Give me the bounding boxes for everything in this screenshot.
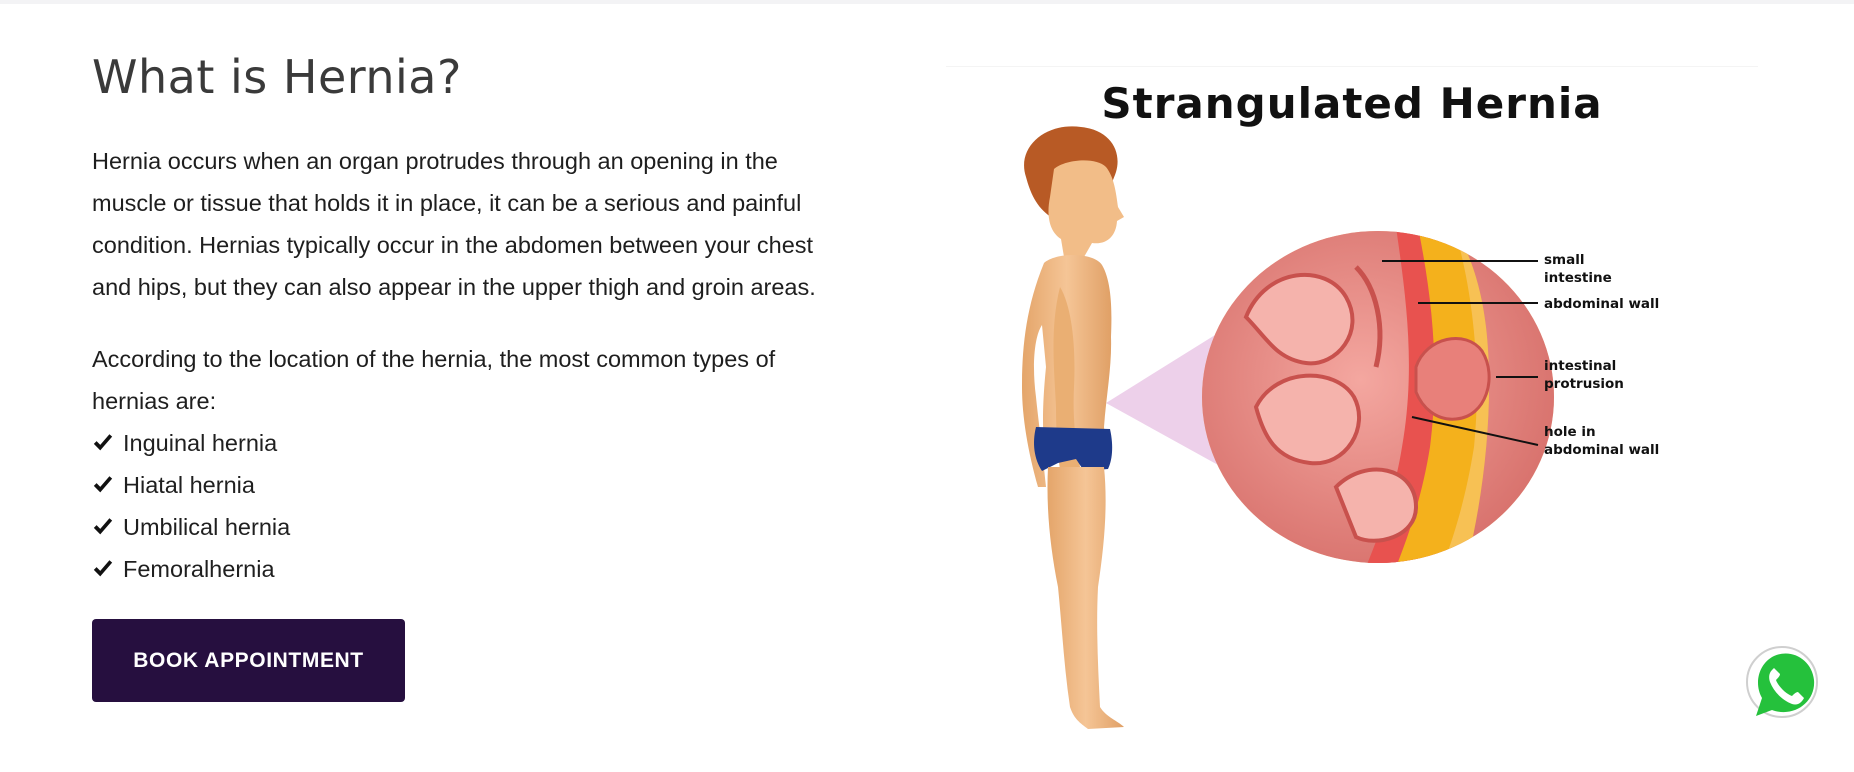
check-icon (93, 518, 113, 535)
list-item: Hiatal hernia (92, 464, 852, 506)
list-item-label: Hiatal hernia (123, 472, 255, 498)
list-item: Femoralhernia (92, 548, 852, 590)
list-item: Inguinal hernia (92, 422, 852, 464)
hernia-types-list: Inguinal hernia Hiatal hernia Umbilical … (92, 422, 852, 590)
list-item-label: Umbilical hernia (123, 514, 291, 540)
label-intestinal-protrusion: intestinal protrusion (1544, 358, 1624, 392)
label-small-intestine: small intestine (1544, 252, 1612, 286)
label-abdominal-wall: abdominal wall (1544, 296, 1660, 312)
check-icon (93, 560, 113, 577)
book-appointment-button[interactable]: BOOK APPOINTMENT (92, 619, 405, 702)
list-item: Umbilical hernia (92, 506, 852, 548)
check-icon (93, 476, 113, 493)
types-intro: According to the location of the hernia,… (92, 346, 776, 414)
whatsapp-icon[interactable] (1744, 644, 1820, 722)
hernia-info-section: What is Hernia? Hernia occurs when an or… (92, 44, 852, 702)
label-hole-in-abdominal-wall: hole in abdominal wall (1544, 424, 1660, 458)
list-item-label: Inguinal hernia (123, 430, 278, 456)
list-item-label: Femoralhernia (123, 556, 275, 582)
check-icon (93, 434, 113, 451)
page-title: What is Hernia? (92, 50, 462, 104)
hernia-illustration: Strangulated Hernia small intestine abdo… (946, 66, 1758, 747)
intro-paragraph: Hernia occurs when an organ protrudes th… (92, 148, 816, 300)
figure-title: Strangulated Hernia (1101, 79, 1603, 128)
hernia-diagram (1022, 126, 1554, 729)
top-divider (0, 0, 1854, 4)
